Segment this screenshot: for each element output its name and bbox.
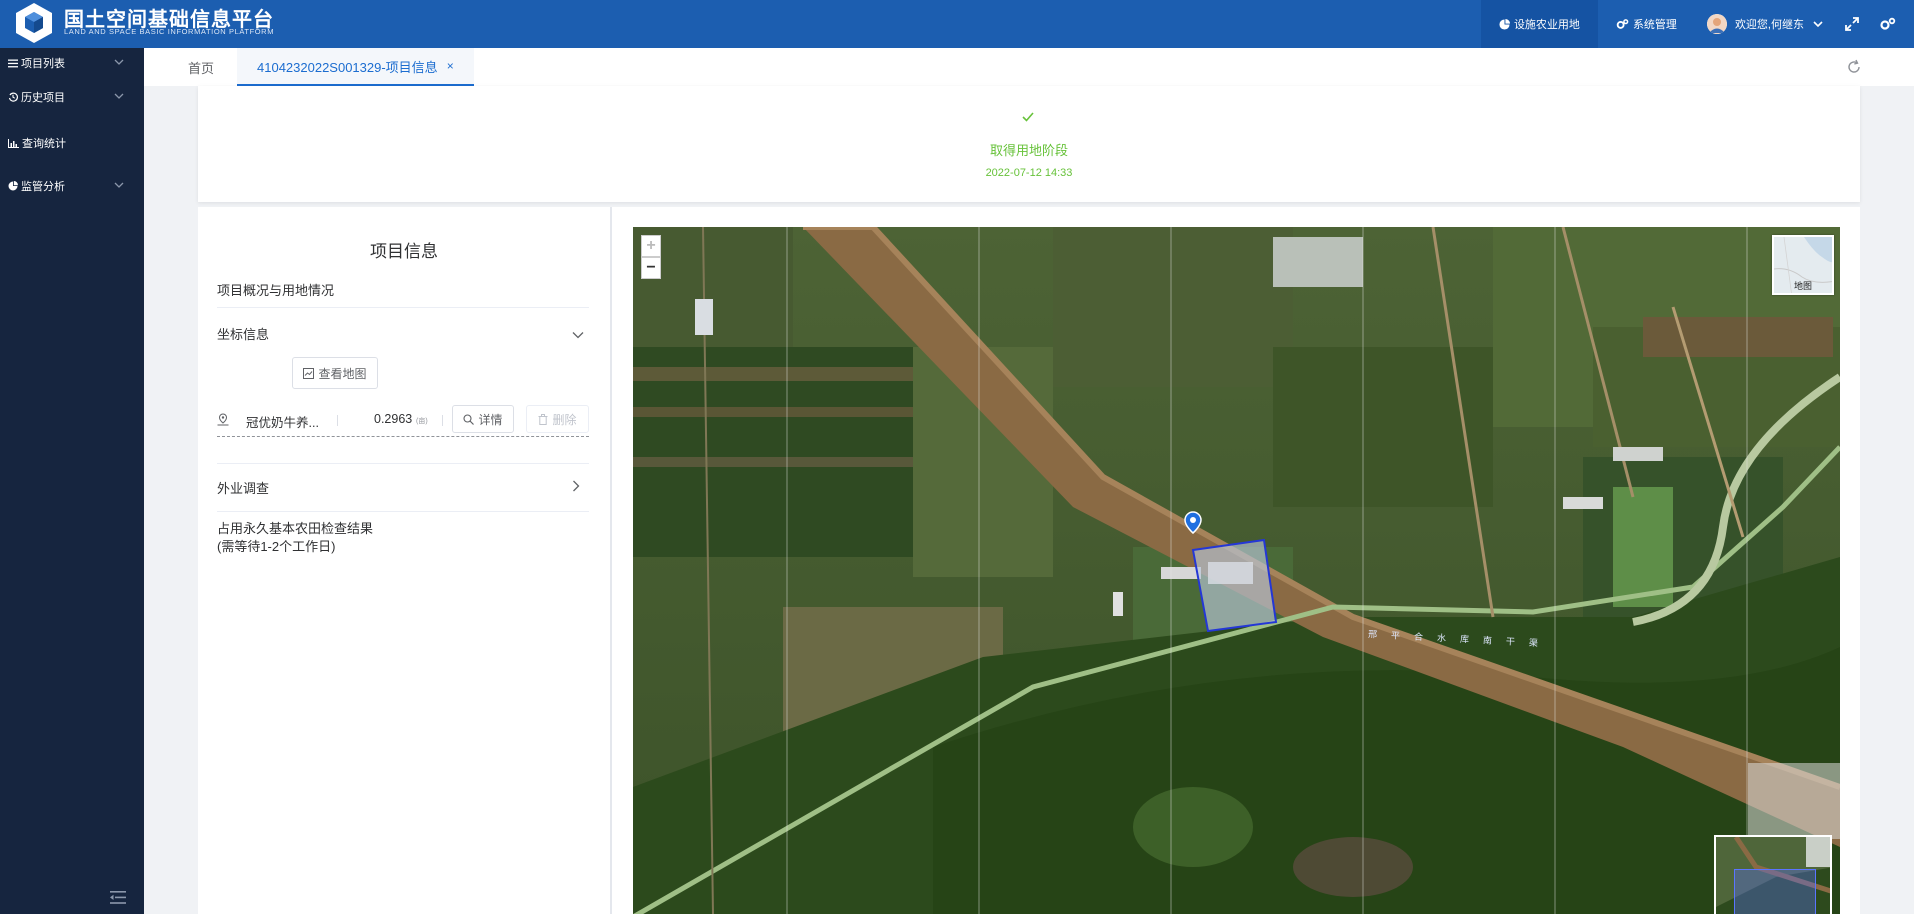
field-survey-link[interactable]: 外业调查 bbox=[217, 478, 269, 497]
top-header: 国土空间基础信息平台 LAND AND SPACE BASIC INFORMAT… bbox=[0, 0, 1914, 48]
chevron-down-icon bbox=[114, 59, 124, 65]
divider bbox=[217, 307, 589, 308]
zoom-in-button[interactable]: + bbox=[641, 235, 661, 257]
pie-chart-icon bbox=[1499, 18, 1510, 30]
zoom-out-button[interactable]: − bbox=[641, 257, 661, 279]
satellite-map[interactable]: 邢平合水库南干渠 + − 地图 bbox=[633, 227, 1840, 914]
list-icon bbox=[8, 59, 18, 67]
panel-title: 项目信息 bbox=[370, 242, 438, 261]
sidebar-item-supervision-analysis[interactable]: 监管分析 bbox=[0, 174, 144, 198]
land-parcel-name: 冠优奶牛养... bbox=[246, 416, 319, 430]
view-map-button[interactable]: 查看地图 bbox=[292, 357, 378, 389]
gears-icon bbox=[1880, 17, 1896, 30]
divider bbox=[217, 511, 589, 512]
sidebar-collapse-icon[interactable] bbox=[110, 891, 126, 904]
bar-chart-icon bbox=[8, 138, 19, 148]
project-info-panel: 项目信息 项目概况与用地情况 坐标信息 查看地图 冠优奶牛养... 0.2963… bbox=[198, 207, 610, 914]
location-pin-icon bbox=[217, 413, 229, 426]
settings-button[interactable] bbox=[1871, 0, 1914, 48]
farmland-check-title: 占用永久基本农田检查结果 bbox=[217, 521, 374, 536]
nav-label: 系统管理 bbox=[1632, 19, 1677, 31]
farmland-check-note: (需等待1-2个工作日) bbox=[217, 539, 336, 554]
map-tile-overlay bbox=[1748, 763, 1840, 839]
tab-project-info[interactable]: 4104232022S001329-项目信息 × bbox=[237, 48, 474, 86]
chevron-down-icon bbox=[114, 182, 124, 188]
detail-button[interactable]: 详情 bbox=[452, 405, 514, 433]
stage-time: 2022-07-12 14:33 bbox=[985, 167, 1073, 179]
detail-label: 详情 bbox=[478, 412, 503, 427]
tab-home[interactable]: 首页 bbox=[188, 48, 214, 86]
platform-logo-icon bbox=[16, 3, 52, 43]
map-icon bbox=[303, 367, 315, 379]
gears-icon bbox=[1616, 19, 1629, 29]
user-menu[interactable]: 欢迎您,何继东 bbox=[1695, 0, 1835, 48]
trash-icon bbox=[538, 413, 548, 425]
delete-label: 删除 bbox=[552, 412, 577, 427]
nav-facility-agri-land[interactable]: 设施农业用地 bbox=[1480, 0, 1598, 48]
nav-label: 设施农业用地 bbox=[1513, 19, 1580, 31]
expand-icon bbox=[1845, 17, 1859, 31]
view-map-label: 查看地图 bbox=[318, 366, 367, 381]
stage-name: 取得用地阶段 bbox=[989, 143, 1068, 158]
chevron-down-icon bbox=[1813, 21, 1823, 28]
tab-bar: 首页 4104232022S001329-项目信息 × bbox=[144, 48, 1914, 86]
coordinate-row: 冠优奶牛养... 0.2963 (亩) 详情 删除 bbox=[217, 403, 589, 437]
overview-viewport[interactable] bbox=[1734, 869, 1816, 914]
satellite-imagery bbox=[633, 227, 1840, 914]
refresh-icon[interactable] bbox=[1846, 59, 1862, 75]
tab-close-button[interactable]: × bbox=[447, 59, 454, 73]
sidebar-item-history-projects[interactable]: 历史项目 bbox=[0, 85, 144, 109]
area-unit: (亩) bbox=[416, 418, 428, 425]
nav-system-management[interactable]: 系统管理 bbox=[1598, 0, 1695, 48]
sidebar: 项目列表 历史项目 查询统计 监管分析 bbox=[0, 48, 144, 914]
sidebar-item-label: 查询统计 bbox=[22, 138, 66, 150]
tab-label: 4104232022S001329-项目信息 bbox=[257, 59, 438, 75]
pie-chart-icon bbox=[8, 181, 18, 191]
basemap-label: 地图 bbox=[1793, 281, 1812, 291]
chevron-down-icon[interactable] bbox=[572, 331, 584, 339]
land-parcel-area: 0.2963 bbox=[374, 412, 413, 426]
header-right-nav: 设施农业用地 系统管理 欢迎您,何继东 bbox=[1480, 0, 1914, 48]
delete-button[interactable]: 删除 bbox=[526, 405, 589, 433]
sidebar-item-label: 历史项目 bbox=[21, 92, 65, 104]
coords-section-header[interactable]: 坐标信息 bbox=[217, 324, 269, 343]
separator bbox=[337, 415, 338, 426]
separator bbox=[442, 415, 443, 426]
sidebar-item-label: 监管分析 bbox=[21, 181, 65, 193]
check-icon bbox=[1022, 112, 1034, 122]
divider bbox=[217, 463, 589, 464]
overview-minimap[interactable] bbox=[1714, 835, 1832, 914]
tab-label: 首页 bbox=[188, 60, 215, 76]
sidebar-item-query-stats[interactable]: 查询统计 bbox=[0, 131, 144, 155]
project-overview-link[interactable]: 项目概况与用地情况 bbox=[217, 280, 334, 299]
chevron-right-icon[interactable] bbox=[572, 480, 580, 492]
stage-status-card: 取得用地阶段 2022-07-12 14:33 bbox=[198, 86, 1860, 202]
history-icon bbox=[8, 92, 18, 102]
chevron-down-icon bbox=[114, 93, 124, 99]
platform-subtitle: LAND AND SPACE BASIC INFORMATION PLATFOR… bbox=[64, 27, 275, 36]
sidebar-item-project-list[interactable]: 项目列表 bbox=[0, 51, 144, 75]
fullscreen-button[interactable] bbox=[1835, 0, 1871, 48]
search-icon bbox=[463, 413, 475, 425]
basemap-switcher[interactable]: 地图 bbox=[1772, 235, 1834, 295]
avatar bbox=[1706, 14, 1727, 34]
user-greeting: 欢迎您,何继东 bbox=[1734, 19, 1804, 31]
sidebar-item-label: 项目列表 bbox=[21, 58, 65, 70]
